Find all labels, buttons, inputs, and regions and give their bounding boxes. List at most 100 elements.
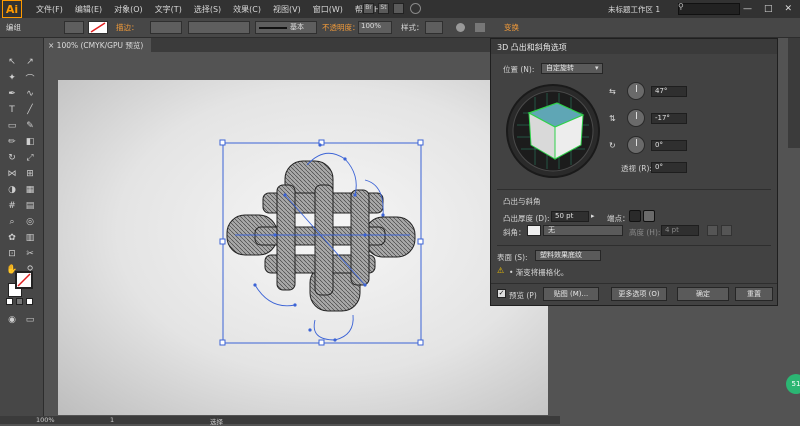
document-tab[interactable]: × 100% (CMYK/GPU 预览) bbox=[40, 38, 152, 52]
perspective-label: 透视 (R): bbox=[621, 164, 652, 173]
rotate-y-field[interactable]: -17° bbox=[651, 113, 687, 124]
bridge-icon[interactable]: Br bbox=[363, 3, 374, 14]
preview-label[interactable]: 预览 (P) bbox=[509, 290, 537, 301]
mesh-tool-icon[interactable]: # bbox=[6, 200, 18, 212]
align-icon[interactable] bbox=[475, 23, 485, 32]
maximize-button[interactable]: □ bbox=[764, 4, 773, 14]
gradient-mode-icon[interactable] bbox=[16, 298, 23, 305]
paintbrush-tool-icon[interactable]: ✎ bbox=[24, 120, 36, 132]
type-tool-icon[interactable]: T bbox=[6, 104, 18, 116]
bevel-out-button[interactable] bbox=[707, 225, 718, 236]
rotate-z-dial[interactable] bbox=[627, 136, 645, 154]
recolor-icon[interactable] bbox=[456, 23, 465, 32]
eraser-tool-icon[interactable]: ◧ bbox=[24, 136, 36, 148]
rotate-z-field[interactable]: 0° bbox=[651, 140, 687, 151]
none-color-icon bbox=[17, 273, 31, 287]
column-graph-tool-icon[interactable]: ▥ bbox=[24, 232, 36, 244]
perspective-field[interactable]: 0° bbox=[651, 162, 687, 173]
ok-button[interactable]: 确定 bbox=[677, 287, 729, 301]
page-number[interactable]: 1 bbox=[110, 416, 114, 424]
menu-effect[interactable]: 效果(C) bbox=[227, 4, 267, 15]
stroke-label[interactable]: 描边： bbox=[116, 22, 139, 33]
height-label: 高度 (H): bbox=[629, 228, 661, 237]
extrude-depth-field[interactable]: 50 pt bbox=[551, 211, 589, 222]
bevel-in-button[interactable] bbox=[721, 225, 732, 236]
menu-type[interactable]: 文字(T) bbox=[149, 4, 188, 15]
width-tool-icon[interactable]: ⋈ bbox=[6, 168, 18, 180]
menu-window[interactable]: 窗口(W) bbox=[307, 4, 349, 15]
reset-button[interactable]: 重置 bbox=[735, 287, 773, 301]
color-mode-icon[interactable] bbox=[6, 298, 13, 305]
rectangle-tool-icon[interactable]: ▭ bbox=[6, 120, 18, 132]
zoom-level[interactable]: 100% bbox=[36, 416, 55, 424]
stock-icon[interactable]: St bbox=[378, 3, 389, 14]
search-field[interactable] bbox=[678, 3, 740, 15]
menu-object[interactable]: 对象(O) bbox=[108, 4, 149, 15]
height-field[interactable]: 4 pt bbox=[661, 225, 699, 236]
variable-width-profile[interactable] bbox=[188, 21, 250, 34]
screen-mode-icon[interactable]: ▭ bbox=[24, 314, 36, 326]
pencil-tool-icon[interactable]: ✏ bbox=[6, 136, 18, 148]
workspace-switcher[interactable]: 未标题工作区 1 bbox=[608, 4, 660, 15]
blend-tool-icon[interactable]: ◎ bbox=[24, 216, 36, 228]
pen-tool-icon[interactable]: ✒ bbox=[6, 88, 18, 100]
curvature-tool-icon[interactable]: ∿ bbox=[24, 88, 36, 100]
fill-swatch[interactable] bbox=[64, 21, 84, 34]
stroke-color-icon[interactable] bbox=[15, 271, 33, 289]
knot-artwork[interactable] bbox=[215, 135, 430, 350]
rotate-tool-icon[interactable]: ↻ bbox=[6, 152, 18, 164]
bevel-select[interactable]: 无 bbox=[543, 225, 623, 236]
menu-file[interactable]: 文件(F) bbox=[30, 4, 69, 15]
surface-select[interactable]: 塑料效果底纹 bbox=[535, 250, 601, 261]
menu-view[interactable]: 视图(V) bbox=[267, 4, 307, 15]
draw-mode-icon[interactable]: ◉ bbox=[6, 314, 18, 326]
depth-slider-arrow-icon[interactable]: ▸ bbox=[591, 212, 595, 220]
slice-tool-icon[interactable]: ✂ bbox=[24, 248, 36, 260]
map-art-button[interactable]: 贴图 (M)... bbox=[543, 287, 599, 301]
menu-select[interactable]: 选择(S) bbox=[188, 4, 227, 15]
rotate-y-axis-icon: ⇅ bbox=[609, 114, 616, 123]
line-tool-icon[interactable]: ╱ bbox=[24, 104, 36, 116]
none-mode-icon[interactable] bbox=[26, 298, 33, 305]
minimize-button[interactable]: — bbox=[743, 4, 752, 14]
transform-link[interactable]: 变换 bbox=[504, 22, 519, 33]
extrude-depth-label: 凸出厚度 (D): bbox=[503, 214, 550, 223]
surface-label: 表面 (S): bbox=[497, 253, 528, 262]
symbol-sprayer-tool-icon[interactable]: ✿ bbox=[6, 232, 18, 244]
stroke-weight-field[interactable] bbox=[150, 21, 182, 34]
shape-builder-tool-icon[interactable]: ◑ bbox=[6, 184, 18, 196]
perspective-grid-tool-icon[interactable]: ▦ bbox=[24, 184, 36, 196]
extrude-section-title: 凸出与斜角 bbox=[503, 197, 541, 206]
cap-off-button[interactable] bbox=[643, 210, 655, 222]
menu-edit[interactable]: 编辑(E) bbox=[69, 4, 108, 15]
eyedropper-tool-icon[interactable]: ⌕ bbox=[6, 216, 18, 228]
artboard-tool-icon[interactable]: ⊡ bbox=[6, 248, 18, 260]
stroke-swatch[interactable] bbox=[88, 21, 108, 34]
style-label: 样式： bbox=[401, 23, 424, 32]
sync-icon[interactable] bbox=[410, 3, 421, 14]
more-options-button[interactable]: 更多选项 (O) bbox=[611, 287, 667, 301]
cap-on-button[interactable] bbox=[629, 210, 641, 222]
lasso-tool-icon[interactable]: ⌒ bbox=[24, 72, 36, 85]
graphic-style-swatch[interactable] bbox=[425, 21, 443, 34]
direct-selection-tool-icon[interactable]: ↗ bbox=[24, 56, 36, 68]
brush-definition[interactable]: 基本 bbox=[255, 21, 317, 34]
position-select[interactable]: 自定旋转 bbox=[541, 63, 603, 74]
collapsed-panel-strip[interactable] bbox=[788, 38, 800, 148]
selection-tool-icon[interactable]: ↖ bbox=[6, 56, 18, 68]
magic-wand-tool-icon[interactable]: ✦ bbox=[6, 72, 18, 84]
rotate-x-dial[interactable] bbox=[627, 82, 645, 100]
scale-tool-icon[interactable]: ⤢ bbox=[24, 152, 36, 164]
notification-badge[interactable]: 51 bbox=[786, 374, 800, 394]
dialog-title: 3D 凸出和斜角选项 bbox=[491, 39, 777, 54]
preview-checkbox[interactable]: ✓ bbox=[497, 289, 506, 298]
rotation-track-cube[interactable] bbox=[505, 83, 601, 179]
close-button[interactable]: ✕ bbox=[784, 4, 792, 14]
arrange-docs-icon[interactable] bbox=[393, 3, 404, 14]
opacity-label[interactable]: 不透明度： bbox=[322, 22, 360, 33]
gradient-tool-icon[interactable]: ▤ bbox=[24, 200, 36, 212]
rotate-x-field[interactable]: 47° bbox=[651, 86, 687, 97]
rotate-y-dial[interactable] bbox=[627, 109, 645, 127]
opacity-field[interactable]: 100% bbox=[358, 21, 392, 34]
free-transform-tool-icon[interactable]: ⊞ bbox=[24, 168, 36, 180]
